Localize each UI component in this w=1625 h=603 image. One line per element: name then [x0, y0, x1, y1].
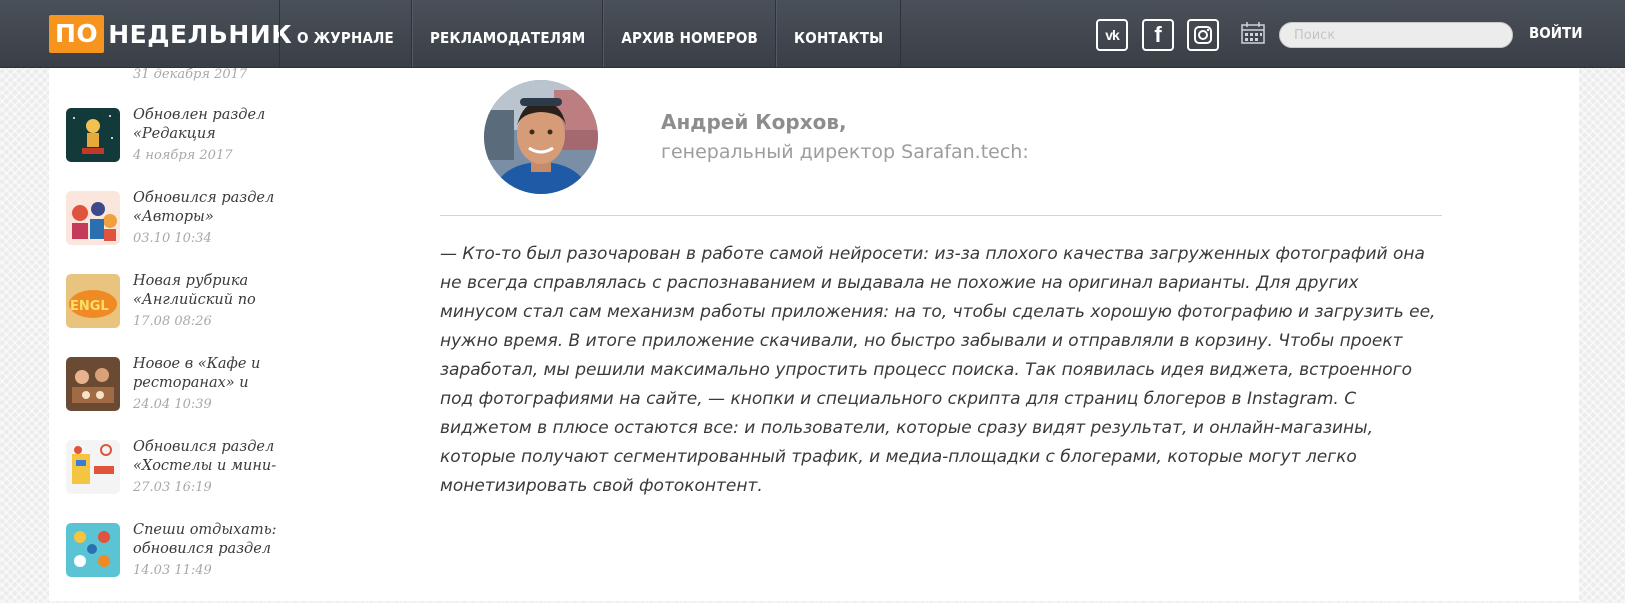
divider — [440, 215, 1442, 216]
logo-text: НЕДЕЛЬНИК — [108, 19, 293, 49]
author-role: генеральный директор Sarafan.tech: — [661, 141, 1029, 163]
news-thumbnail: ENGL — [66, 274, 120, 328]
news-date: 4 ноября 2017 — [133, 148, 233, 163]
news-thumbnail — [66, 357, 120, 411]
top-navigation-bar: ПО НЕДЕЛЬНИК О ЖУРНАЛЕ РЕКЛАМОДАТЕЛЯМ АР… — [0, 0, 1625, 68]
news-date: 17.08 08:26 — [133, 314, 212, 329]
news-item[interactable]: Новое в «Кафе и ресторанах» и 24.04 10:3… — [66, 356, 296, 437]
news-date: 31 декабря 2017 — [133, 67, 248, 82]
calendar-icon[interactable] — [1241, 22, 1265, 44]
news-date: 03.10 10:34 — [133, 231, 212, 246]
logo-accent: ПО — [49, 15, 105, 53]
site-logo[interactable]: ПО НЕДЕЛЬНИК — [49, 15, 292, 53]
author-avatar — [484, 80, 598, 194]
news-date: 14.03 11:49 — [133, 563, 212, 578]
news-title: Обновился раздел «Хостелы и мини- — [133, 439, 277, 474]
nav-item-advertisers[interactable]: РЕКЛАМОДАТЕЛЯМ — [411, 0, 604, 67]
main-nav: О ЖУРНАЛЕ РЕКЛАМОДАТЕЛЯМ АРХИВ НОМЕРОВ К… — [279, 0, 902, 67]
news-item[interactable]: Обновлен раздел «Редакция 4 ноября 2017 — [66, 107, 296, 188]
news-thumbnail — [66, 108, 120, 162]
news-title: Обновлен раздел «Редакция — [133, 107, 266, 142]
quote-text: — Кто-то был разочарован в работе самой … — [440, 244, 1436, 496]
search-input[interactable] — [1279, 22, 1513, 48]
nav-item-contacts[interactable]: КОНТАКТЫ — [776, 0, 902, 67]
news-item[interactable]: Спеши отдыхать: обновился раздел 14.03 1… — [66, 522, 296, 603]
news-title: Новое в «Кафе и ресторанах» и — [133, 356, 261, 391]
nav-item-archive[interactable]: АРХИВ НОМЕРОВ — [603, 0, 777, 67]
news-item[interactable]: Обновился раздел «Авторы» 03.10 10:34 — [66, 190, 296, 271]
nav-item-about[interactable]: О ЖУРНАЛЕ — [279, 0, 412, 67]
news-item[interactable]: ENGL Новая рубрика «Английский по 17.08 … — [66, 273, 296, 354]
svg-text:ENGL: ENGL — [70, 299, 109, 314]
news-date: 27.03 16:19 — [133, 480, 212, 495]
news-thumbnail — [66, 440, 120, 494]
news-item[interactable]: Обновился раздел «Хостелы и мини- 27.03 … — [66, 439, 296, 520]
news-thumbnail — [66, 523, 120, 577]
author-name: Андрей Корхов, — [661, 110, 847, 134]
news-thumbnail — [66, 191, 120, 245]
vk-icon[interactable]: vk — [1096, 19, 1128, 51]
login-button[interactable]: ВОЙТИ — [1529, 24, 1583, 42]
news-title: Спеши отдыхать: обновился раздел — [133, 522, 277, 557]
news-title: Новая рубрика «Английский по — [133, 273, 256, 308]
facebook-icon[interactable]: f — [1142, 19, 1174, 51]
instagram-icon[interactable] — [1187, 19, 1219, 51]
news-date: 24.04 10:39 — [133, 397, 212, 412]
news-title: Обновился раздел «Авторы» — [133, 190, 275, 225]
